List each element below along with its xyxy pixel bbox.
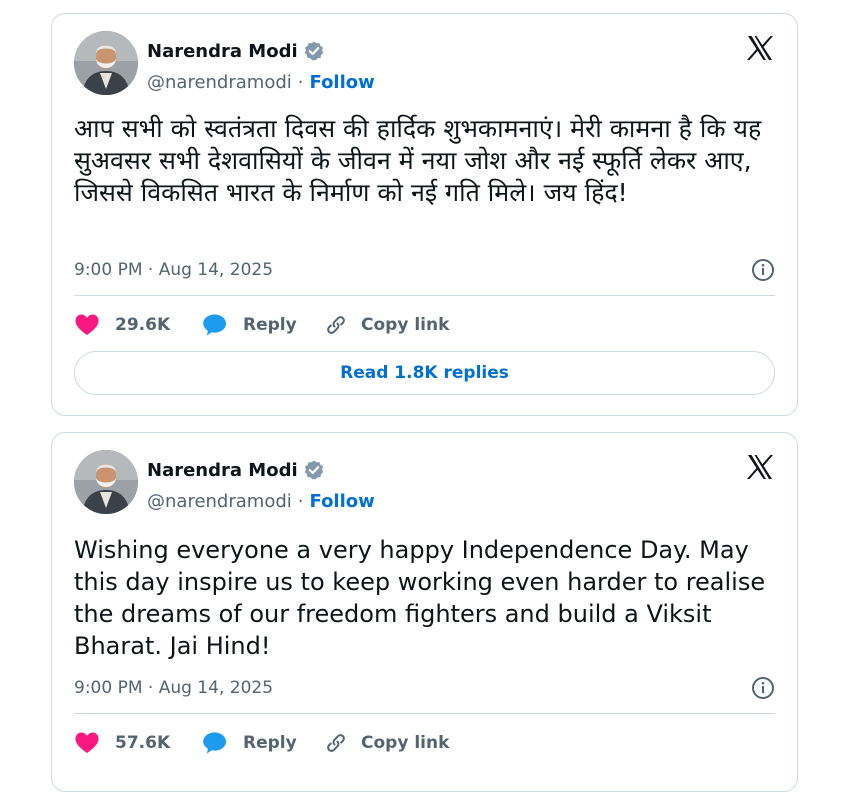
link-icon: [327, 316, 345, 334]
verified-badge-icon: [303, 459, 325, 481]
avatar-image: [74, 450, 138, 514]
like-button[interactable]: 29.6K: [74, 313, 202, 337]
x-logo-icon[interactable]: [745, 452, 775, 482]
author-name-row: Narendra Modi: [147, 458, 325, 482]
like-count: 57.6K: [115, 733, 171, 753]
copy-link-button[interactable]: Copy link: [324, 313, 449, 337]
tweet-card[interactable]: Narendra Modi @narendramodi · Follow Wis…: [51, 432, 798, 792]
copy-link-label: Copy link: [361, 315, 450, 335]
author-name[interactable]: Narendra Modi: [147, 460, 298, 481]
tweet-timestamp[interactable]: 9:00 PM · Aug 14, 2025: [74, 260, 273, 280]
tweet-card[interactable]: Narendra Modi @narendramodi · Follow आप …: [51, 13, 798, 416]
link-icon: [327, 734, 345, 752]
tweet-actions: 57.6K Reply Copy link: [74, 728, 775, 758]
heart-icon: [75, 732, 99, 753]
speech-bubble-icon: [203, 314, 226, 336]
info-icon[interactable]: [751, 258, 775, 282]
follow-button[interactable]: Follow: [310, 491, 375, 512]
avatar[interactable]: [74, 31, 138, 95]
copy-link-button[interactable]: Copy link: [324, 731, 449, 755]
divider: [74, 295, 775, 296]
separator-dot: ·: [297, 71, 304, 93]
avatar-image: [74, 31, 138, 95]
tweet-text: Wishing everyone a very happy Independen…: [74, 536, 766, 660]
tweet-actions: 29.6K Reply Copy link: [74, 310, 775, 340]
avatar[interactable]: [74, 450, 138, 514]
tweet-timestamp-row: 9:00 PM · Aug 14, 2025: [74, 256, 775, 284]
read-replies-button[interactable]: Read 1.8K replies: [74, 351, 775, 395]
author-handle[interactable]: @narendramodi: [147, 72, 292, 93]
separator-dot: ·: [297, 490, 304, 512]
author-handle-row: @narendramodi · Follow: [147, 70, 375, 94]
x-logo-icon[interactable]: [745, 33, 775, 63]
copy-link-label: Copy link: [361, 733, 450, 753]
author-name[interactable]: Narendra Modi: [147, 41, 298, 62]
info-icon[interactable]: [751, 676, 775, 700]
author-name-row: Narendra Modi: [147, 39, 325, 63]
tweet-header: Narendra Modi @narendramodi · Follow: [74, 31, 775, 97]
reply-button[interactable]: Reply: [202, 731, 324, 755]
follow-button[interactable]: Follow: [310, 72, 375, 93]
author-handle[interactable]: @narendramodi: [147, 491, 292, 512]
author-handle-row: @narendramodi · Follow: [147, 489, 375, 513]
heart-icon: [75, 314, 99, 335]
reply-label: Reply: [243, 315, 297, 335]
reply-label: Reply: [243, 733, 297, 753]
verified-badge-icon: [303, 40, 325, 62]
tweet-timestamp-row: 9:00 PM · Aug 14, 2025: [74, 674, 775, 702]
like-count: 29.6K: [115, 315, 171, 335]
like-button[interactable]: 57.6K: [74, 731, 202, 755]
tweet-timestamp[interactable]: 9:00 PM · Aug 14, 2025: [74, 678, 273, 698]
tweet-header: Narendra Modi @narendramodi · Follow: [74, 450, 775, 516]
reply-button[interactable]: Reply: [202, 313, 324, 337]
speech-bubble-icon: [203, 732, 226, 754]
tweet-text: आप सभी को स्वतंत्रता दिवस की हार्दिक शुभ…: [74, 114, 762, 207]
divider: [74, 713, 775, 714]
